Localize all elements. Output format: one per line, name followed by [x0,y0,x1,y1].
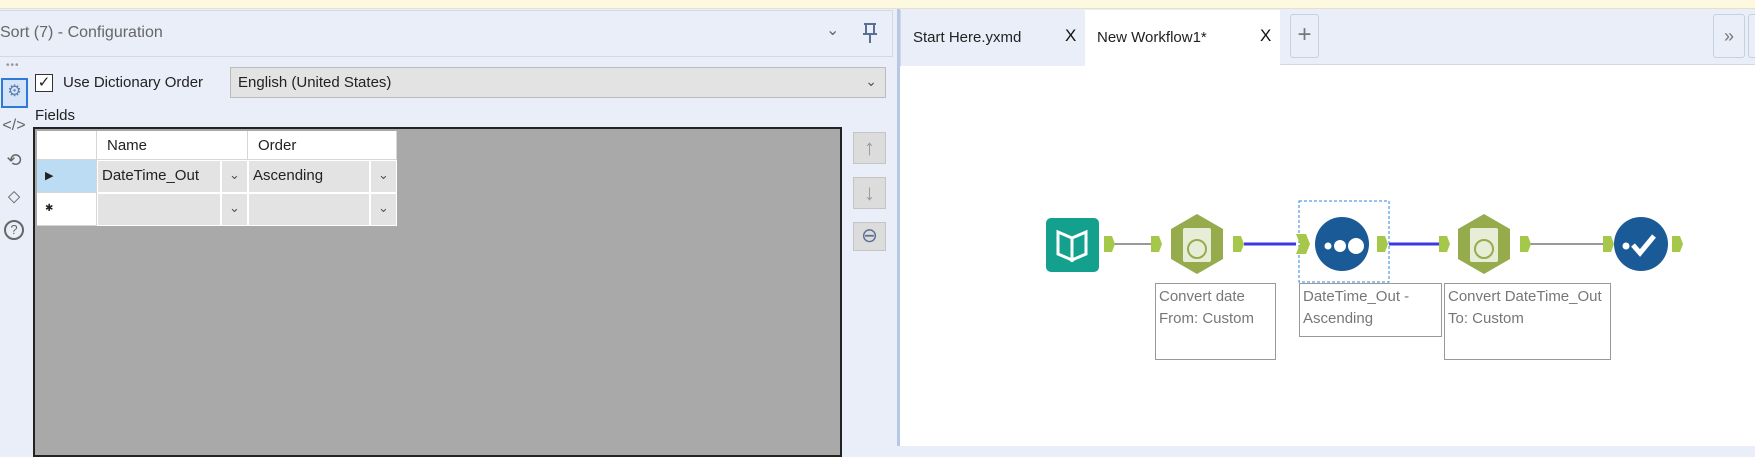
more-tabs-button[interactable]: » [1713,14,1745,58]
sort-tool[interactable] [1296,217,1388,271]
row-selector[interactable]: ▶ [37,160,97,193]
tab-label: New Workflow1* [1097,29,1207,46]
remove-button[interactable]: ⊖ [853,222,886,251]
chevron-down-icon: ⌄ [865,73,877,89]
move-up-button[interactable]: ↑ [853,132,886,164]
node-annotation-sort[interactable]: DateTime_Out - Ascending [1299,283,1442,337]
tab-label: Start Here.yxmd [913,29,1022,46]
dictionary-language-value: English (United States) [238,74,392,91]
new-field-order-select[interactable] [248,193,370,226]
move-down-button[interactable]: ↓ [853,177,886,209]
output-arrow-icon[interactable]: ⟲ [2,148,26,172]
browse-tool[interactable] [1603,217,1683,271]
grip-icon: ••• [6,60,20,71]
close-tab-icon[interactable]: X [1065,26,1076,46]
node-annotation-convert-from[interactable]: Convert date From: Custom [1155,283,1276,360]
field-order-select[interactable]: Ascending [248,160,370,193]
field-name-select[interactable]: DateTime_Out [97,160,221,193]
use-dictionary-order-checkbox[interactable]: ✓ [35,74,53,92]
row-header-corner [37,131,97,160]
use-dictionary-order-label: Use Dictionary Order [63,74,204,91]
code-icon[interactable]: </> [2,114,26,138]
input-data-tool[interactable] [1046,218,1115,272]
chevron-down-icon[interactable]: ⌄ [221,160,248,193]
gear-icon[interactable]: ⚙ [1,78,28,108]
help-icon[interactable]: ? [2,218,26,242]
add-tab-button[interactable]: + [1290,14,1319,58]
configuration-title: Sort (7) - Configuration [0,24,163,41]
column-header-order[interactable]: Order [248,131,397,160]
chevron-down-icon[interactable]: ⌄ [826,20,839,40]
column-header-name[interactable]: Name [97,131,248,160]
tab-new-workflow[interactable]: New Workflow1* [1085,10,1280,67]
dictionary-language-select[interactable]: English (United States) ⌄ [230,67,886,98]
fields-grid: Name Order ▶ DateTime_Out ⌄ Ascending ⌄ … [33,127,842,457]
new-field-name-select[interactable] [97,193,221,226]
datetime-tool-2[interactable] [1439,214,1531,274]
datetime-tool-1[interactable] [1151,214,1244,274]
check-icon: ✓ [37,74,51,91]
chevron-down-icon[interactable]: ⌄ [370,193,397,226]
tab-start-here[interactable]: Start Here.yxmd [900,10,1085,66]
node-annotation-convert-to[interactable]: Convert DateTime_Out To: Custom [1444,283,1611,360]
close-tab-icon[interactable]: X [1260,26,1271,46]
tag-icon[interactable]: ⬦ [2,184,26,208]
fields-label: Fields [35,107,76,124]
tab-overflow-button[interactable] [1748,14,1755,58]
workflow-diagram [1046,200,1683,283]
notification-strip [0,0,1755,9]
chevron-down-icon[interactable]: ⌄ [370,160,397,193]
chevron-down-icon[interactable]: ⌄ [221,193,248,226]
new-row-selector[interactable]: ✱ [37,193,97,226]
pin-icon[interactable] [862,22,877,44]
